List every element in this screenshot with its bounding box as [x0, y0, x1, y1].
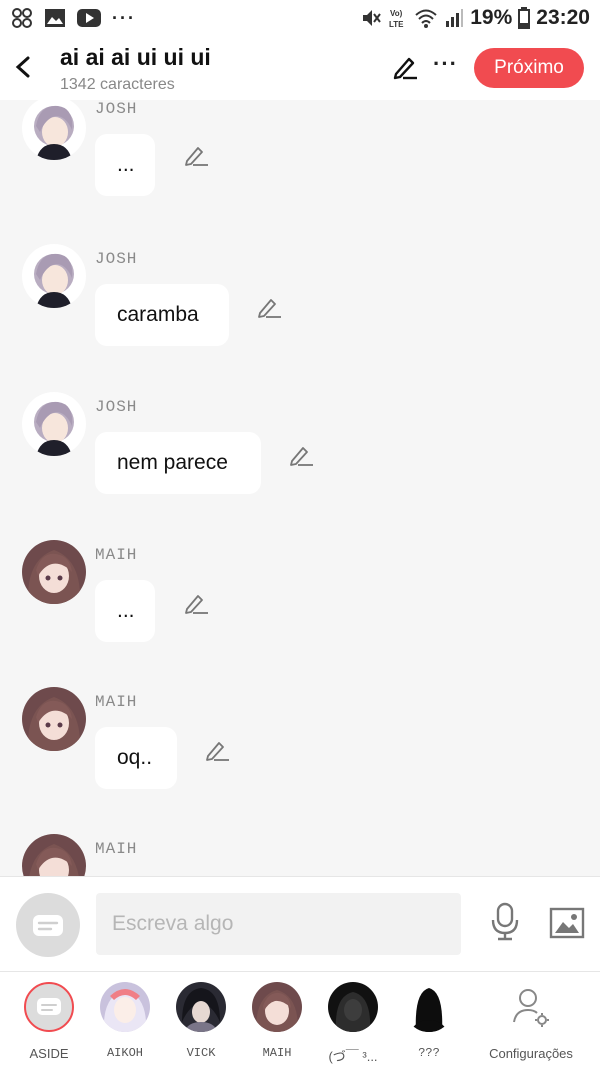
pinwheel-icon: [12, 8, 32, 28]
character-label: AIKOH: [106, 1046, 143, 1060]
character-bar: ASIDE AIKOH VICK MAIH (づ￣ ³... ??? Confi…: [0, 972, 600, 1067]
avatar: [176, 982, 226, 1032]
character-fifth[interactable]: (づ￣ ³...: [323, 982, 383, 1065]
mute-icon: [363, 10, 382, 26]
edit-message-icon[interactable]: [184, 592, 210, 614]
avatar-maih[interactable]: [22, 540, 86, 604]
status-bar: ··· Vo) LTE 19% 23:20: [0, 0, 600, 36]
back-arrow-icon[interactable]: [12, 50, 36, 84]
character-label: ???: [418, 1046, 440, 1060]
message-bubble[interactable]: ...: [95, 580, 155, 642]
battery-percent: 19%: [470, 6, 513, 29]
settings-item[interactable]: Configurações: [488, 982, 574, 1061]
message-bubble[interactable]: ...: [95, 134, 155, 196]
message-bubble[interactable]: oq..: [95, 727, 177, 789]
volte-icon: Vo) LTE: [389, 9, 404, 29]
avatar-josh[interactable]: [22, 244, 86, 308]
avatar-maih[interactable]: [22, 687, 86, 751]
sender-name: MAIH: [95, 840, 138, 858]
character-label: ASIDE: [29, 1046, 69, 1061]
more-options-icon[interactable]: ···: [433, 51, 458, 77]
more-dots-icon: ···: [112, 7, 136, 28]
svg-text:Vo): Vo): [390, 9, 403, 18]
wifi-icon: [415, 9, 437, 28]
avatar: [404, 982, 454, 1032]
sender-name: JOSH: [95, 100, 138, 118]
user-settings-icon: [513, 989, 549, 1027]
character-maih[interactable]: MAIH: [247, 982, 307, 1060]
aside-toggle-button[interactable]: [16, 893, 80, 957]
character-count: 1342 caracteres: [60, 76, 175, 93]
message-bubble[interactable]: caramba: [95, 284, 229, 346]
avatar-josh[interactable]: [22, 100, 86, 160]
character-aside[interactable]: ASIDE: [19, 982, 79, 1061]
next-button[interactable]: Próximo: [474, 48, 584, 88]
sender-name: MAIH: [95, 693, 138, 711]
svg-text:LTE: LTE: [389, 20, 404, 29]
edit-message-icon[interactable]: [257, 296, 283, 318]
avatar: [100, 982, 150, 1032]
image-icon: [45, 9, 65, 27]
aside-avatar: [24, 982, 74, 1032]
sender-name: JOSH: [95, 250, 138, 268]
message-bubble[interactable]: nem parece: [95, 432, 261, 494]
signal-icon: [446, 9, 464, 27]
clock: 23:20: [536, 6, 590, 29]
character-label: (づ￣ ³...: [328, 1049, 378, 1064]
message-input[interactable]: Escreva algo: [96, 893, 461, 955]
character-label: VICK: [186, 1046, 216, 1060]
edit-message-icon[interactable]: [205, 739, 231, 761]
character-vick[interactable]: VICK: [171, 982, 231, 1060]
message-composer: Escreva algo: [0, 876, 600, 972]
settings-label: Configurações: [489, 1046, 573, 1061]
avatar-josh[interactable]: [22, 392, 86, 456]
chat-list: JOSH ... JOSH caramba JOSH nem parece MA…: [0, 100, 600, 876]
character-aikoh[interactable]: AIKOH: [95, 982, 155, 1060]
chat-bubble-icon: [33, 915, 63, 936]
edit-message-icon[interactable]: [289, 444, 315, 466]
avatar-maih[interactable]: [22, 834, 86, 876]
sender-name: JOSH: [95, 398, 138, 416]
sender-name: MAIH: [95, 546, 138, 564]
character-unknown[interactable]: ???: [399, 982, 459, 1060]
edit-pencil-icon[interactable]: [392, 54, 420, 80]
app-bar: ai ai ai ui ui ui 1342 caracteres ··· Pr…: [0, 36, 600, 100]
page-title: ai ai ai ui ui ui: [60, 44, 211, 70]
image-upload-icon[interactable]: [549, 907, 585, 939]
microphone-icon[interactable]: [489, 902, 521, 942]
avatar: [252, 982, 302, 1032]
character-label: MAIH: [262, 1046, 292, 1060]
youtube-icon: [77, 9, 101, 27]
edit-message-icon[interactable]: [184, 144, 210, 166]
battery-icon: [518, 7, 531, 29]
avatar: [328, 982, 378, 1032]
